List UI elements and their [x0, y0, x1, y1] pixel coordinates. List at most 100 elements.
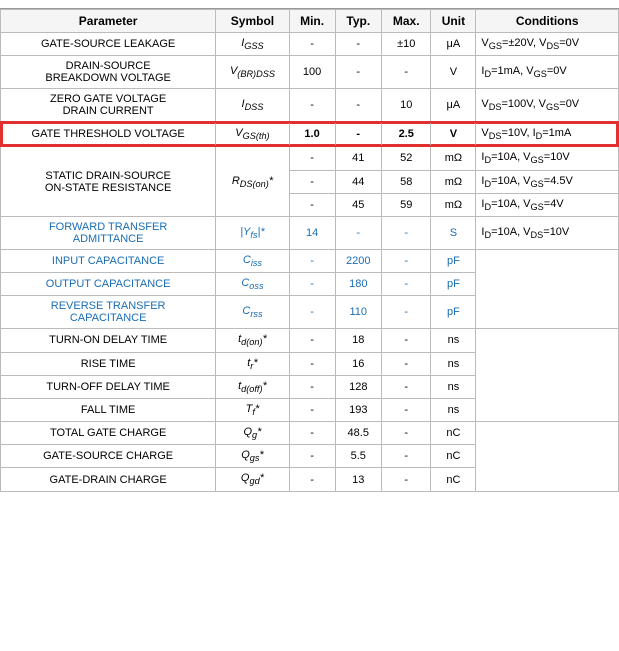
unit-cell: V	[431, 122, 476, 146]
max-cell: -	[382, 375, 431, 398]
header	[0, 0, 619, 9]
symbol-cell: Tf*	[216, 398, 289, 421]
max-cell: -	[382, 352, 431, 375]
min-cell: -	[289, 375, 335, 398]
table-row: GATE THRESHOLD VOLTAGEVGS(th)1.0-2.5VVDS…	[1, 122, 619, 146]
min-cell: 14	[289, 216, 335, 249]
conditions-cell: VDS=10V, ID=1mA	[476, 122, 619, 146]
min-cell: -	[289, 296, 335, 329]
typ-cell: 45	[335, 193, 382, 216]
symbol-cell: RDS(on)*	[216, 146, 289, 216]
min-cell: -	[289, 422, 335, 445]
min-cell: -	[289, 193, 335, 216]
col-header-conditions: Conditions	[476, 10, 619, 33]
min-cell: 1.0	[289, 122, 335, 146]
unit-cell: ns	[431, 329, 476, 352]
max-cell: -	[382, 422, 431, 445]
max-cell: -	[382, 56, 431, 89]
conditions-cell: ID=10A, VDS=10V	[476, 216, 619, 249]
param-cell: DRAIN-SOURCEBREAKDOWN VOLTAGE	[1, 56, 216, 89]
unit-cell: pF	[431, 273, 476, 296]
param-cell: GATE-SOURCE CHARGE	[1, 445, 216, 468]
symbol-cell: Qgs*	[216, 445, 289, 468]
min-cell: -	[289, 146, 335, 170]
param-cell: TURN-ON DELAY TIME	[1, 329, 216, 352]
unit-cell: pF	[431, 296, 476, 329]
symbol-cell: td(on)*	[216, 329, 289, 352]
param-cell: RISE TIME	[1, 352, 216, 375]
unit-cell: nC	[431, 422, 476, 445]
min-cell: -	[289, 89, 335, 123]
unit-cell: mΩ	[431, 193, 476, 216]
max-cell: -	[382, 445, 431, 468]
typ-cell: 18	[335, 329, 382, 352]
min-cell: 100	[289, 56, 335, 89]
typ-cell: 16	[335, 352, 382, 375]
unit-cell: mΩ	[431, 146, 476, 170]
max-cell: -	[382, 296, 431, 329]
symbol-cell: Coss	[216, 273, 289, 296]
max-cell: -	[382, 216, 431, 249]
typ-cell: 128	[335, 375, 382, 398]
typ-cell: 2200	[335, 249, 382, 272]
typ-cell: 193	[335, 398, 382, 421]
symbol-cell: Ciss	[216, 249, 289, 272]
max-cell: -	[382, 398, 431, 421]
unit-cell: ns	[431, 352, 476, 375]
typ-cell: 180	[335, 273, 382, 296]
conditions-cell	[476, 249, 619, 328]
symbol-cell: tr*	[216, 352, 289, 375]
max-cell: -	[382, 273, 431, 296]
max-cell: 2.5	[382, 122, 431, 146]
unit-cell: mΩ	[431, 170, 476, 193]
typ-cell: -	[335, 216, 382, 249]
symbol-cell: V(BR)DSS	[216, 56, 289, 89]
col-header-typ: Typ.	[335, 10, 382, 33]
param-cell: STATIC DRAIN-SOURCEON-STATE RESISTANCE	[1, 146, 216, 216]
typ-cell: 44	[335, 170, 382, 193]
conditions-cell: ID=10A, VGS=4V	[476, 193, 619, 216]
typ-cell: 110	[335, 296, 382, 329]
header-title	[0, 0, 619, 9]
unit-cell: S	[431, 216, 476, 249]
electrical-spec-table: Parameter Symbol Min. Typ. Max. Unit Con…	[0, 9, 619, 492]
unit-cell: pF	[431, 249, 476, 272]
unit-cell: V	[431, 56, 476, 89]
unit-cell: nC	[431, 468, 476, 491]
symbol-cell: Qg*	[216, 422, 289, 445]
table-row: FORWARD TRANSFERADMITTANCE|Yfs|*14--SID=…	[1, 216, 619, 249]
typ-cell: -	[335, 89, 382, 123]
max-cell: -	[382, 249, 431, 272]
param-cell: ZERO GATE VOLTAGEDRAIN CURRENT	[1, 89, 216, 123]
unit-cell: μA	[431, 89, 476, 123]
conditions-cell: ID=1mA, VGS=0V	[476, 56, 619, 89]
min-cell: -	[289, 468, 335, 491]
unit-cell: nC	[431, 445, 476, 468]
param-cell: TURN-OFF DELAY TIME	[1, 375, 216, 398]
unit-cell: ns	[431, 398, 476, 421]
unit-cell: μA	[431, 33, 476, 56]
param-cell: GATE THRESHOLD VOLTAGE	[1, 122, 216, 146]
min-cell: -	[289, 398, 335, 421]
table-row: GATE-SOURCE LEAKAGEIGSS--±10μAVGS=±20V, …	[1, 33, 619, 56]
unit-cell: ns	[431, 375, 476, 398]
param-cell: FALL TIME	[1, 398, 216, 421]
min-cell: -	[289, 170, 335, 193]
col-header-parameter: Parameter	[1, 10, 216, 33]
table-row: ZERO GATE VOLTAGEDRAIN CURRENTIDSS--10μA…	[1, 89, 619, 123]
symbol-cell: |Yfs|*	[216, 216, 289, 249]
table-row: INPUT CAPACITANCECiss-2200-pF	[1, 249, 619, 272]
symbol-cell: Crss	[216, 296, 289, 329]
conditions-cell	[476, 422, 619, 492]
min-cell: -	[289, 273, 335, 296]
col-header-max: Max.	[382, 10, 431, 33]
param-cell: REVERSE TRANSFERCAPACITANCE	[1, 296, 216, 329]
typ-cell: 48.5	[335, 422, 382, 445]
typ-cell: 5.5	[335, 445, 382, 468]
param-cell: INPUT CAPACITANCE	[1, 249, 216, 272]
max-cell: 59	[382, 193, 431, 216]
min-cell: -	[289, 33, 335, 56]
min-cell: -	[289, 352, 335, 375]
conditions-cell: ID=10A, VGS=4.5V	[476, 170, 619, 193]
col-header-unit: Unit	[431, 10, 476, 33]
